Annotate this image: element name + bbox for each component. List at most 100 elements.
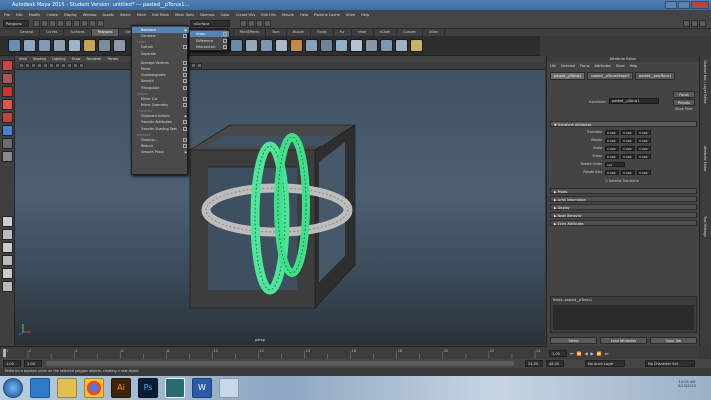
viewport-menu-panels[interactable]: Panels: [108, 57, 119, 61]
combine-icon[interactable]: [98, 39, 111, 52]
attr-field-rotate-axis-0[interactable]: 0.000: [605, 169, 619, 175]
menu-item-booleans[interactable]: Booleans ▶: [132, 27, 189, 33]
option-box-icon[interactable]: [183, 144, 187, 148]
select-hierarchy-icon[interactable]: [57, 20, 64, 27]
attr-field-shear-2[interactable]: 0.000: [637, 153, 651, 159]
play-backwards-icon[interactable]: ◀: [585, 351, 588, 356]
viewport-menu-lighting[interactable]: Lighting: [52, 57, 65, 61]
option-box-icon[interactable]: [223, 32, 227, 36]
tab-fluids[interactable]: Fluids: [311, 29, 334, 36]
section-pivots[interactable]: ▶ Pivots: [550, 188, 697, 194]
camera-attributes-icon[interactable]: [25, 63, 30, 68]
polygon-cone-icon[interactable]: [53, 39, 66, 52]
section-node-behavior[interactable]: ▶ Node Behavior: [550, 212, 697, 218]
viewport-menu-shading[interactable]: Shading: [33, 57, 46, 61]
attr-field-scale-1[interactable]: 1.000: [621, 145, 635, 151]
inherits-transform-checkbox[interactable]: ☑ Inherits Transform: [605, 179, 639, 183]
load-attributes-button[interactable]: Load Attributes: [600, 337, 647, 344]
system-tray-clock[interactable]: 10:05 AM 3/25/2015: [667, 380, 707, 388]
bridge-icon[interactable]: [245, 39, 258, 52]
option-box-icon[interactable]: [183, 34, 187, 39]
option-box-icon[interactable]: [183, 60, 187, 65]
menu-window[interactable]: Window: [83, 13, 97, 17]
uv-editor-icon[interactable]: [365, 39, 378, 52]
attr-menu-selected[interactable]: Selected: [561, 64, 575, 68]
menu-modify[interactable]: Modify: [29, 13, 41, 17]
hypershade-layout-icon[interactable]: [2, 268, 13, 279]
node-tab-pasted-ptorusshape1[interactable]: pasted__pTorusShape1: [587, 72, 634, 80]
tab-channel-box[interactable]: Channel Box / Layer Editor: [703, 60, 707, 104]
viewport-menu-show[interactable]: Show: [72, 57, 81, 61]
channel-box-toggle-icon[interactable]: [683, 20, 690, 27]
tab-custom[interactable]: Custom: [397, 29, 424, 36]
resolution-gate-icon[interactable]: [55, 63, 60, 68]
tab-nhair[interactable]: nHair: [352, 29, 374, 36]
attr-menu-list[interactable]: List: [550, 64, 556, 68]
menu-item-intersection[interactable]: Intersection: [190, 44, 229, 50]
tab-xgen[interactable]: XGen: [423, 29, 445, 36]
option-box-icon[interactable]: [183, 67, 187, 71]
tab-ncloth[interactable]: nCloth: [374, 29, 398, 36]
viewport-menu-view[interactable]: View: [19, 57, 27, 61]
bookmark-icon[interactable]: [31, 63, 36, 68]
move-tool-icon[interactable]: [2, 99, 13, 110]
menu-item-mirror-geometry[interactable]: Mirror Geometry: [132, 102, 189, 108]
attr-menu-show[interactable]: Show: [616, 64, 625, 68]
step-forward-icon[interactable]: ⏩: [597, 351, 602, 356]
attr-field-rotate-1[interactable]: 0.000: [621, 137, 635, 143]
render-settings-icon[interactable]: [256, 20, 263, 27]
tab-muscle[interactable]: Muscle: [287, 29, 311, 36]
polygon-plane-icon[interactable]: [68, 39, 81, 52]
node-tab-pasted-polytorus1[interactable]: pasted__polyTorus1: [635, 72, 676, 80]
menu-xgen[interactable]: XGen: [346, 13, 355, 17]
smooth-icon[interactable]: [335, 39, 348, 52]
focus-button[interactable]: Focus: [673, 91, 695, 98]
close-button[interactable]: [691, 1, 709, 9]
attr-field-translate-1[interactable]: 0.000: [621, 129, 635, 135]
maya-icon[interactable]: [165, 378, 185, 398]
menu-item-union[interactable]: Union: [190, 31, 229, 37]
separate-icon[interactable]: [113, 39, 126, 52]
option-box-icon[interactable]: [183, 45, 187, 50]
photoshop-icon[interactable]: Ps: [138, 378, 158, 398]
save-scene-icon[interactable]: [49, 20, 56, 27]
menu-mesh-tools[interactable]: Mesh Tools: [175, 13, 194, 17]
chrome-icon[interactable]: [84, 378, 104, 398]
notes-textarea[interactable]: [553, 305, 694, 330]
persp-outliner-layout-icon[interactable]: [2, 242, 13, 253]
polygon-torus-icon[interactable]: [83, 39, 96, 52]
snap-grid-icon[interactable]: [81, 20, 88, 27]
menu-item-mirror-cut[interactable]: Mirror Cut: [132, 96, 189, 102]
menu-item-mirror[interactable]: Mirror: [132, 66, 189, 72]
isolate-select-icon[interactable]: [191, 63, 196, 68]
presets-button[interactable]: Presets: [673, 99, 695, 106]
automatic-mapping-icon[interactable]: [395, 39, 408, 52]
menu-item-transfer-attributes[interactable]: Transfer Attributes: [132, 119, 189, 125]
select-component-icon[interactable]: [73, 20, 80, 27]
multi-cut-icon[interactable]: [290, 39, 303, 52]
maximize-button[interactable]: [678, 1, 690, 9]
internet-explorer-icon[interactable]: [30, 378, 50, 398]
tab-attribute-editor[interactable]: Attribute Editor: [703, 146, 707, 171]
menu-help[interactable]: Help: [300, 13, 308, 17]
menu-create[interactable]: Create: [46, 13, 58, 17]
menu-set-dropdown[interactable]: Polygons: [3, 20, 29, 27]
menu-item-combine[interactable]: Combine: [132, 33, 189, 39]
option-box-icon[interactable]: [183, 126, 187, 131]
option-box-icon[interactable]: [223, 38, 227, 43]
word-icon[interactable]: W: [192, 378, 212, 398]
menu-item-difference[interactable]: Difference: [190, 38, 229, 44]
select-camera-icon[interactable]: [19, 63, 24, 68]
range-slider[interactable]: [46, 361, 514, 366]
option-box-icon[interactable]: [183, 137, 187, 142]
menu-mesh[interactable]: Mesh: [137, 13, 146, 17]
menu-create-uvs[interactable]: Create UVs: [236, 13, 256, 17]
tab-general[interactable]: General: [14, 29, 40, 36]
gate-mask-icon[interactable]: [61, 63, 66, 68]
menu-edit-mesh[interactable]: Edit Mesh: [152, 13, 169, 17]
fill-hole-icon[interactable]: [320, 39, 333, 52]
safe-title-icon[interactable]: [79, 63, 84, 68]
field-chart-icon[interactable]: [67, 63, 72, 68]
start-button-icon[interactable]: [3, 378, 23, 398]
attr-field-rotate-axis-2[interactable]: 0.000: [637, 169, 651, 175]
